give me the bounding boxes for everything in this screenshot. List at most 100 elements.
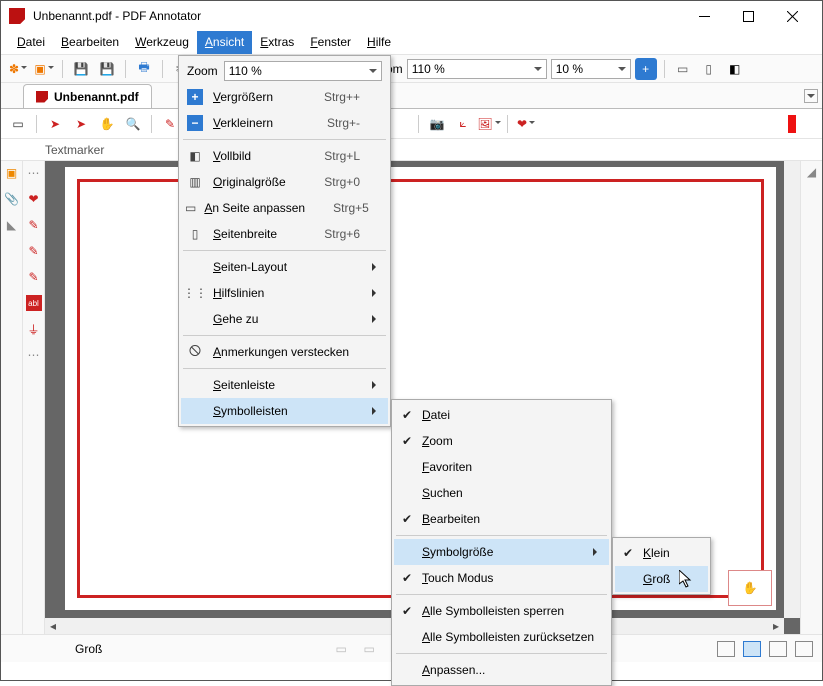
print-button[interactable]: 🖶	[133, 58, 155, 80]
new-button[interactable]: ✽	[7, 58, 29, 80]
view-two-button[interactable]	[769, 641, 787, 657]
menuitem-zoom[interactable]: Zoom	[394, 428, 609, 454]
edit-toolbar: ▭ ➤ ➤ ✋ 🔍 ✎ ✎ 📷 ⟀ 🖼 ❤	[1, 109, 822, 139]
menu-datei[interactable]: Datei	[9, 31, 53, 54]
minus-icon: −	[185, 113, 205, 133]
doc-tab-icon	[36, 91, 48, 103]
doc-tab-label: Unbenannt.pdf	[54, 90, 139, 104]
open-button[interactable]: ▣	[33, 58, 55, 80]
save-button[interactable]: 💾	[70, 58, 92, 80]
arrow2-tool[interactable]: ➤	[70, 113, 92, 135]
color-swatch[interactable]	[788, 115, 796, 133]
view-two-cont-button[interactable]	[795, 641, 813, 657]
menu-extras[interactable]: Extras	[252, 31, 302, 54]
doc-tab[interactable]: Unbenannt.pdf	[23, 84, 152, 108]
image-tool[interactable]: 🖼	[478, 113, 500, 135]
tabstrip: Unbenannt.pdf	[1, 83, 822, 109]
side-pen2-icon[interactable]: ✎	[26, 243, 42, 259]
arrow-tool[interactable]: ➤	[44, 113, 66, 135]
side-heart-icon[interactable]: ❤	[26, 191, 42, 207]
blank-icon	[185, 375, 205, 395]
menuitem-alle-symbolleisten-sperren[interactable]: Alle Symbolleisten sperren	[394, 598, 609, 624]
maximize-button[interactable]	[726, 1, 770, 31]
menuitem-touch-modus[interactable]: Touch Modus	[394, 565, 609, 591]
page-nav-1[interactable]: ▭	[330, 638, 352, 660]
menuitem-originalgr-e[interactable]: ▥OriginalgrößeStrg+0	[181, 169, 388, 195]
symbolgroesse-submenu: KleinGroß	[612, 537, 711, 595]
menu-fenster[interactable]: Fenster	[302, 31, 359, 54]
menu-hilfe[interactable]: Hilfe	[359, 31, 399, 54]
side-folder-icon[interactable]: ▣	[4, 165, 20, 181]
menuitem-bearbeiten[interactable]: Bearbeiten	[394, 506, 609, 532]
symbolleisten-submenu: DateiZoomFavoritenSuchenBearbeiten Symbol…	[391, 399, 612, 686]
menuitem-verkleinern[interactable]: −VerkleinernStrg+-	[181, 110, 388, 136]
scroll-left-icon[interactable]: ◂	[45, 618, 61, 634]
zoom-plus-button[interactable]: +	[635, 58, 657, 80]
blank-icon	[185, 309, 205, 329]
menu-ansicht[interactable]: Ansicht	[197, 31, 252, 54]
menuitem-an-seite-anpassen[interactable]: ▭An Seite anpassenStrg+5	[181, 195, 388, 221]
minimize-button[interactable]	[682, 1, 726, 31]
fit-width-button[interactable]: ▯	[698, 58, 720, 80]
page-icon[interactable]: ▭	[7, 113, 29, 135]
tool-label: Textmarker	[45, 143, 104, 157]
menuitem-seitenbreite[interactable]: ▯SeitenbreiteStrg+6	[181, 221, 388, 247]
hand-tool[interactable]: ✋	[96, 113, 118, 135]
vertical-scrollbar[interactable]	[784, 161, 800, 618]
tab-dropdown[interactable]	[804, 89, 818, 103]
menuitem-alle-symbolleisten-zur-cksetzen[interactable]: Alle Symbolleisten zurücksetzen	[394, 624, 609, 650]
menuitem-anmerkungen-verstecken[interactable]: 🛇Anmerkungen verstecken	[181, 339, 388, 365]
menu-zoom-select[interactable]: 110 %	[224, 61, 382, 81]
ansicht-menu: Zoom 110 % +VergrößernStrg++−Verkleinern…	[178, 55, 391, 427]
view-single-button[interactable]	[717, 641, 735, 657]
save-as-button[interactable]: 💾	[96, 58, 118, 80]
blank-icon	[185, 257, 205, 277]
zoom-tool[interactable]: 🔍	[122, 113, 144, 135]
touch-hand-button[interactable]: ✋	[728, 570, 772, 606]
page-nav-2[interactable]: ▭	[358, 638, 380, 660]
side-clip-icon[interactable]: 📎	[4, 191, 20, 207]
menuitem-datei[interactable]: Datei	[394, 402, 609, 428]
heart-tool[interactable]: ❤	[515, 113, 537, 135]
side-pen3-icon[interactable]: ✎	[26, 269, 42, 285]
menuitem-seitenleiste[interactable]: Seitenleiste	[181, 372, 388, 398]
scroll-right-icon[interactable]: ▸	[768, 618, 784, 634]
side-stamp-icon[interactable]: ⏚	[26, 321, 42, 337]
fullscreen-button[interactable]: ◧	[724, 58, 746, 80]
zoom-select-1[interactable]: 110 %	[407, 59, 547, 79]
menuitem-suchen[interactable]: Suchen	[394, 480, 609, 506]
menuitem-hilfslinien[interactable]: ⋮⋮Hilfslinien	[181, 280, 388, 306]
menubar: DateiBearbeitenWerkzeugAnsichtExtrasFens…	[1, 31, 822, 55]
menuitem-seiten-layout[interactable]: Seiten-Layout	[181, 254, 388, 280]
menu-werkzeug[interactable]: Werkzeug	[127, 31, 197, 54]
menuitem-anpassen-[interactable]: Anpassen...	[394, 657, 609, 683]
side-pen1-icon[interactable]: ✎	[26, 217, 42, 233]
close-button[interactable]	[770, 1, 814, 31]
menuitem-klein[interactable]: Klein	[615, 540, 708, 566]
toolbar: ✽ ▣ 💾 💾 🖶 ✂ ⧉ Zoom 110 % 10 % + ▭ ▯ ◧	[1, 55, 822, 83]
camera-tool[interactable]: 📷	[426, 113, 448, 135]
right-sidebar: ◢	[800, 161, 822, 634]
menuitem-favoriten[interactable]: Favoriten	[394, 454, 609, 480]
side-tri2-icon[interactable]: ◢	[807, 165, 816, 179]
app-icon	[9, 8, 25, 24]
crop-tool[interactable]: ⟀	[452, 113, 474, 135]
menuitem-symbolgr-e[interactable]: Symbolgröße	[394, 539, 609, 565]
menuitem-gehe-zu[interactable]: Gehe zu	[181, 306, 388, 332]
side-abl-icon[interactable]: abl	[26, 295, 42, 311]
hide-icon: 🛇	[185, 342, 205, 362]
menu-bearbeiten[interactable]: Bearbeiten	[53, 31, 127, 54]
left-sidebar-2: ⋯ ❤ ✎ ✎ ✎ abl ⏚ ⋯	[23, 161, 45, 634]
zoom-select-2[interactable]: 10 %	[551, 59, 631, 79]
side-generic-1[interactable]: ⋯	[26, 165, 42, 181]
side-more-icon[interactable]: ⋯	[26, 347, 42, 363]
side-tri-icon[interactable]: ◣	[4, 217, 20, 233]
fit-page-button[interactable]: ▭	[672, 58, 694, 80]
menuitem-gro-[interactable]: Groß	[615, 566, 708, 592]
window-buttons	[682, 1, 814, 31]
menuitem-symbolleisten[interactable]: Symbolleisten	[181, 398, 388, 424]
menuitem-vergr-ern[interactable]: +VergrößernStrg++	[181, 84, 388, 110]
menuitem-vollbild[interactable]: ◧VollbildStrg+L	[181, 143, 388, 169]
window-title: Unbenannt.pdf - PDF Annotator	[33, 9, 682, 23]
view-cont-button[interactable]	[743, 641, 761, 657]
